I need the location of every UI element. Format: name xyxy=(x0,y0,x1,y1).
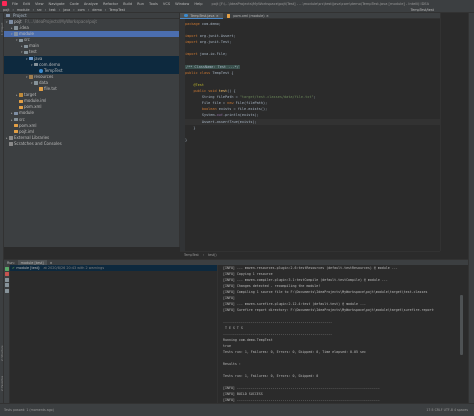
menu-help[interactable]: Help xyxy=(194,2,202,6)
nav-crumb[interactable]: test xyxy=(49,8,56,12)
menu-navigate[interactable]: Navigate xyxy=(49,2,65,6)
xml-icon xyxy=(19,99,23,104)
console-line: [INFO] Surefire report directory: F:\Doc… xyxy=(223,308,434,312)
run-item-note: at 2020/8/26 20:43 with 2 warnings xyxy=(43,266,105,270)
close-icon[interactable]: × xyxy=(50,261,53,265)
rerun-icon[interactable] xyxy=(5,266,9,271)
run-tree-item[interactable]: ✔ module [test]: at 2020/8/26 20:43 with… xyxy=(10,265,217,271)
cls-icon xyxy=(39,69,43,73)
maven-icon xyxy=(226,14,231,18)
target-icon xyxy=(19,93,23,97)
status-info: 17:5 CRLF UTF-8 4 spaces xyxy=(426,408,468,412)
xml-icon xyxy=(14,123,18,128)
editor-breadcrumb: TempTest › test() xyxy=(180,251,440,257)
nav-crumb[interactable]: src xyxy=(37,8,42,12)
nav-crumb[interactable]: java xyxy=(63,8,70,12)
run-label: Run: xyxy=(7,260,15,265)
nav-crumb[interactable]: demo xyxy=(92,8,102,12)
nav-crumb[interactable]: TempTest xyxy=(109,8,125,12)
folder-icon xyxy=(14,26,18,30)
menu-edit[interactable]: Edit xyxy=(23,2,30,6)
project-tree: ▾ pojt F:\...\IdeaProjects\MyWorkspace\poj… xyxy=(4,19,179,147)
title-bar: File Edit View Navigate Code Analyze Ref… xyxy=(0,0,474,7)
folder-icon xyxy=(24,50,28,55)
menu-build[interactable]: Build xyxy=(123,2,132,6)
nav-crumb[interactable]: module xyxy=(17,8,30,12)
module-icon xyxy=(14,111,18,116)
project-tree-row[interactable]: Scratches and Consoles xyxy=(4,141,179,147)
run-item-label: module [test]: xyxy=(16,266,41,270)
tab-pom[interactable]: pom.xml (module) × xyxy=(223,13,273,19)
folder-icon xyxy=(24,44,28,49)
menu-refactor[interactable]: Refactor xyxy=(103,2,118,6)
lib-icon xyxy=(9,142,13,146)
java-icon xyxy=(29,56,33,61)
tab-label: pom.xml (module) xyxy=(233,14,265,18)
menu-vcs[interactable]: VCS xyxy=(163,2,170,6)
status-message: Tests passed: 1 (moments ago) xyxy=(4,408,54,412)
close-icon[interactable]: × xyxy=(266,14,269,18)
project-panel-title[interactable]: Project xyxy=(13,13,27,18)
right-tool-strip xyxy=(468,13,474,403)
xml-icon xyxy=(39,87,43,91)
scroll-thumb[interactable] xyxy=(460,295,463,355)
folder-icon xyxy=(34,62,38,67)
console-line: [INFO] Compiling 1 source file to F:\Doc… xyxy=(223,290,428,294)
menu-tools[interactable]: Tools xyxy=(149,2,158,6)
run-console[interactable]: [INFO] --- maven-resources-plugin:2.6:te… xyxy=(219,265,434,403)
menu-code[interactable]: Code xyxy=(70,2,79,6)
lib-icon xyxy=(9,136,13,140)
tree-row-path: F:\...\IdeaProjects\MyWorkspace\pojt xyxy=(24,19,97,24)
console-scrollbar[interactable] xyxy=(434,265,468,403)
status-bar: Tests passed: 1 (moments ago) 17:5 CRLF … xyxy=(0,403,474,416)
nav-crumb[interactable]: pojt xyxy=(3,8,10,12)
window-title: pojt [F:\...\IdeaProjects\MyWorkspace\po… xyxy=(211,1,430,6)
close-icon[interactable]: × xyxy=(216,14,219,18)
filter-icon[interactable] xyxy=(5,283,9,287)
module-icon xyxy=(14,32,18,36)
project-icon xyxy=(6,13,10,18)
module-icon xyxy=(9,20,13,24)
breadcrumb-method[interactable]: test() xyxy=(208,253,217,257)
menu-file[interactable]: File xyxy=(12,2,18,6)
intellij-logo-icon xyxy=(2,1,7,6)
xml-icon xyxy=(14,129,18,134)
folder-icon xyxy=(14,117,18,122)
run-config-selector[interactable]: TempTest/test xyxy=(411,8,474,12)
editor-scrollbar[interactable] xyxy=(440,13,445,251)
settings-icon[interactable] xyxy=(5,288,9,293)
folder-icon xyxy=(34,81,38,85)
nav-crumb[interactable]: com xyxy=(78,8,85,12)
class-icon xyxy=(184,13,188,18)
folder-icon xyxy=(19,38,23,43)
menu-view[interactable]: View xyxy=(35,2,44,6)
tree-row-label: file.txt xyxy=(44,86,57,92)
menu-run[interactable]: Run xyxy=(137,2,144,6)
menu-analyze[interactable]: Analyze xyxy=(84,2,98,6)
code-line: } xyxy=(185,137,188,142)
editor-tabs: TempTest.java × pom.xml (module) × xyxy=(180,13,440,19)
stop-icon[interactable] xyxy=(5,272,9,276)
xml-icon xyxy=(19,105,23,110)
success-check-icon: ✔ xyxy=(12,266,15,270)
code-editor[interactable]: package com.demo; import org.junit.Asser… xyxy=(185,21,440,251)
res-icon xyxy=(29,75,33,79)
project-panel: Project ▾ pojt F:\...\IdeaProjects\MyWorks… xyxy=(4,13,180,247)
pin-icon[interactable] xyxy=(5,277,9,282)
run-tree: ✔ module [test]: at 2020/8/26 20:43 with… xyxy=(10,265,218,403)
tab-temptest[interactable]: TempTest.java × xyxy=(180,13,223,19)
tab-label: TempTest.java xyxy=(190,13,215,18)
menu-window[interactable]: Window xyxy=(175,2,189,6)
tree-row-label: Scratches and Consoles xyxy=(14,140,62,146)
breadcrumb-class[interactable]: TempTest xyxy=(184,253,199,257)
